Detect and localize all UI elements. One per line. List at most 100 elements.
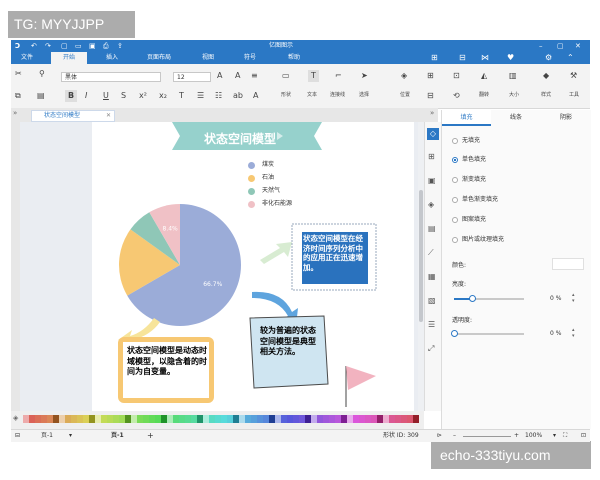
flip-icon[interactable]: ◭ (481, 70, 487, 82)
menu-home[interactable]: 开始 (51, 52, 87, 64)
radio-none[interactable] (452, 137, 458, 144)
tab-fill[interactable]: 填充 (442, 110, 491, 126)
cut-icon[interactable]: ✂ (15, 68, 22, 80)
font-name-select[interactable]: 黑体 (61, 72, 161, 82)
paste-icon[interactable]: ▤ (37, 90, 45, 102)
subscript-icon[interactable]: x₂ (159, 90, 167, 102)
layers-panel-icon[interactable]: ◈ (428, 200, 434, 209)
strikethrough-icon[interactable]: S (121, 90, 126, 102)
align-icon[interactable]: ⊞ (427, 70, 434, 82)
undo-icon[interactable]: ↶ (31, 40, 37, 52)
fill-option-gradient[interactable]: 渐变填充 (452, 176, 486, 184)
text-case-icon[interactable]: T (179, 90, 184, 102)
table-panel-icon[interactable]: ▦ (428, 272, 436, 281)
copy-icon[interactable]: ⧉ (15, 90, 21, 102)
numbering-icon[interactable]: ☷ (215, 90, 222, 102)
menu-file[interactable]: 文件 (15, 52, 39, 64)
transparency-value[interactable]: 0 % (550, 330, 561, 337)
format-painter-icon[interactable]: ⚲ (39, 68, 45, 80)
close-icon[interactable]: ✕ (575, 40, 581, 52)
position-icon[interactable]: ◈ (401, 70, 407, 82)
maximize-icon[interactable]: ▢ (557, 40, 564, 52)
fill-option-single-gradient[interactable]: 单色渐变填充 (452, 196, 498, 204)
radio-solid[interactable] (452, 156, 458, 163)
fit-page-icon[interactable]: ⛶ (563, 430, 567, 442)
tab-shadow[interactable]: 阴影 (541, 110, 591, 126)
data-panel-icon[interactable]: ▧ (428, 296, 436, 305)
page-selector[interactable]: 页-1 (41, 430, 53, 442)
flag-icon[interactable] (346, 366, 376, 390)
settings-icon[interactable]: ⚙ (545, 52, 552, 64)
brightness-value[interactable]: 0 % (550, 295, 561, 302)
color-picker[interactable] (552, 258, 584, 270)
play-icon[interactable]: ⊳ (437, 430, 442, 442)
print-icon[interactable]: ⎙ (103, 40, 109, 52)
transparency-slider-track[interactable] (454, 333, 524, 335)
new-file-icon[interactable]: ▢ (61, 40, 68, 52)
bullets-icon[interactable]: ☰ (197, 90, 204, 102)
style-icon[interactable]: ◆ (543, 70, 549, 82)
underline-icon[interactable]: U (103, 90, 109, 102)
collapse-panel-icon[interactable]: » (430, 109, 434, 117)
zoom-in-icon[interactable]: + (514, 430, 519, 442)
superscript-icon[interactable]: x² (139, 90, 147, 102)
export-icon[interactable]: ⇪ (117, 40, 123, 52)
connector-tool-icon[interactable]: ⌐ (335, 70, 342, 82)
page-panel-icon[interactable]: ▤ (428, 224, 436, 233)
open-file-icon[interactable]: ▭ (75, 40, 82, 52)
zoom-level[interactable]: 100% (525, 430, 542, 442)
radio-single-gradient[interactable] (452, 196, 458, 203)
menu-symbols[interactable]: 符号 (235, 52, 265, 64)
fill-option-none[interactable]: 无填充 (452, 137, 480, 145)
transparency-slider-thumb[interactable] (451, 330, 458, 337)
menu-help[interactable]: 帮助 (279, 52, 309, 64)
brightness-stepper-icon[interactable]: ▴ ▾ (572, 292, 575, 304)
share-icon[interactable]: ⊞ (431, 52, 438, 64)
collapse-ribbon-icon[interactable]: ⌃ (567, 52, 574, 64)
document-tab[interactable]: 状态空间模型 ✕ (31, 110, 115, 122)
menu-view[interactable]: 视图 (193, 52, 223, 64)
fit-width-icon[interactable]: ⊡ (581, 430, 586, 442)
zoom-out-icon[interactable]: – (453, 430, 456, 442)
distribute-icon[interactable]: ⊟ (427, 90, 434, 102)
tools-icon[interactable]: ⚒ (570, 70, 577, 82)
radio-pattern[interactable] (452, 216, 458, 223)
vertical-scroll-thumb[interactable] (419, 190, 423, 322)
bold-icon[interactable]: B (65, 90, 78, 102)
save-icon[interactable]: ▣ (89, 40, 96, 52)
rotate-icon[interactable]: ⟲ (453, 90, 460, 102)
minimize-icon[interactable]: – (539, 40, 543, 52)
font-color-icon[interactable]: A (253, 90, 258, 102)
chart-panel-icon[interactable]: ⟋ (428, 248, 434, 258)
palette-swatch[interactable] (413, 415, 419, 423)
link-icon[interactable]: ⋈ (481, 52, 489, 64)
page-tab[interactable]: 页-1 (111, 430, 124, 442)
image-panel-icon[interactable]: ▣ (428, 176, 436, 185)
radio-gradient[interactable] (452, 176, 458, 183)
zoom-slider[interactable] (463, 436, 511, 437)
fill-bucket-icon[interactable]: ◈ (13, 414, 18, 422)
fill-option-picture[interactable]: 图片或纹理填充 (452, 236, 504, 244)
menu-page-layout[interactable]: 页面布局 (137, 52, 181, 64)
redo-icon[interactable]: ↷ (45, 40, 51, 52)
text-tool-icon[interactable]: T (308, 70, 319, 82)
align-text-icon[interactable]: ≡ (251, 70, 258, 82)
grow-font-icon[interactable]: A (217, 70, 222, 82)
add-page-button[interactable]: + (147, 430, 154, 442)
shrink-font-icon[interactable]: A (235, 70, 240, 82)
shape-tool-icon[interactable]: ▭ (282, 70, 290, 82)
publish-icon[interactable]: ⊟ (459, 52, 466, 64)
color-swatches[interactable] (23, 415, 419, 423)
fill-option-pattern[interactable]: 图案填充 (452, 216, 486, 224)
grid-panel-icon[interactable]: ⊞ (428, 152, 435, 161)
size-icon[interactable]: ▥ (509, 70, 517, 82)
close-tab-icon[interactable]: ✕ (106, 111, 111, 121)
expand-panel-icon[interactable]: ⤢ (428, 344, 434, 354)
transparency-stepper-icon[interactable]: ▴ ▾ (572, 327, 575, 339)
page-layout-icon[interactable]: ⊟ (15, 430, 20, 442)
brightness-slider-thumb[interactable] (468, 295, 476, 302)
font-size-select[interactable]: 12 (173, 72, 211, 82)
group-icon[interactable]: ⊡ (453, 70, 460, 82)
radio-picture[interactable] (452, 236, 458, 243)
pie-chart[interactable]: 66.7% 8.4% (119, 204, 242, 326)
